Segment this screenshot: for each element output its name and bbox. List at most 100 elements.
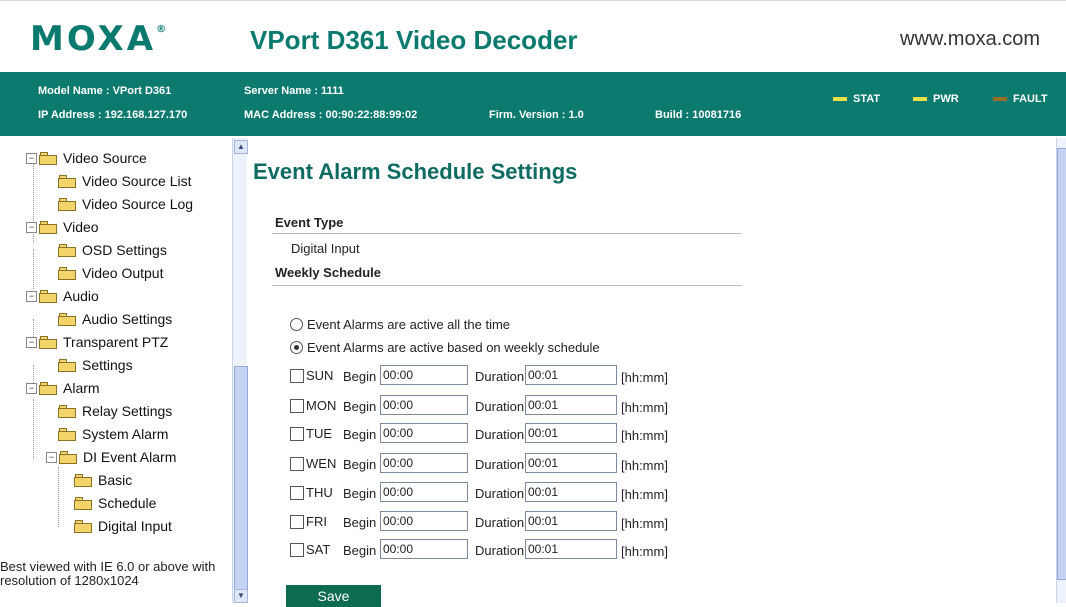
begin-time-input[interactable] [380,365,468,385]
duration-label: Duration [475,399,525,414]
mac-address: MAC Address : 00:90:22:88:99:02 [244,109,418,121]
pwr-indicator: PWR [913,93,959,105]
collapse-icon[interactable]: − [26,382,37,394]
day-checkbox[interactable] [290,486,304,500]
begin-label: Begin [343,543,377,558]
sidebar-item-label: Video Output [82,265,164,281]
radio-label: Event Alarms are active based on weekly … [307,340,600,355]
sidebar-item-audio-settings[interactable]: Audio Settings [58,308,172,330]
pwr-led-icon [913,97,927,102]
device-info-bar: Model Name : VPort D361 Server Name : 11… [0,72,1066,136]
stat-indicator: STAT [833,93,880,105]
site-url: www.moxa.com [900,28,1041,50]
duration-input[interactable] [525,423,617,443]
duration-input[interactable] [525,365,617,385]
divider [272,233,742,234]
logo-text: MOXA [30,19,157,59]
folder-icon [74,496,92,510]
scroll-up-icon[interactable]: ▲ [234,140,248,154]
folder-icon [58,266,76,280]
begin-time-input[interactable] [380,482,468,502]
folder-icon [58,243,76,257]
duration-input[interactable] [525,453,617,473]
sidebar-item-label: Video Source [63,150,147,166]
unit-label: [hh:mm] [621,400,668,415]
sidebar-item-label: DI Event Alarm [83,449,177,465]
save-button[interactable]: Save [286,585,381,607]
collapse-icon[interactable]: − [26,336,37,348]
product-title: VPort D361 Video Decoder [250,25,578,55]
pwr-label: PWR [933,93,959,105]
unit-label: [hh:mm] [621,458,668,473]
day-checkbox[interactable] [290,543,304,557]
radio-button-selected[interactable] [290,341,303,354]
sidebar-item-label: Alarm [63,380,100,396]
sidebar-item-digital-input[interactable]: Digital Input [74,515,172,537]
sidebar-item-label: Video [63,219,99,235]
folder-icon [58,174,76,188]
collapse-icon[interactable]: − [26,221,37,233]
collapse-icon[interactable]: − [46,451,57,463]
sidebar-item-label: Audio Settings [82,311,173,327]
duration-label: Duration [475,369,525,384]
sidebar-item-schedule[interactable]: Schedule [74,492,156,514]
scroll-down-icon[interactable]: ▼ [234,589,248,603]
sidebar-item-label: Digital Input [98,518,172,534]
collapse-icon[interactable]: − [26,152,37,164]
begin-label: Begin [343,399,377,414]
sidebar-item-video-source-log[interactable]: Video Source Log [58,193,193,215]
duration-input[interactable] [525,395,617,415]
scrollbar-thumb[interactable] [1057,148,1066,580]
begin-time-input[interactable] [380,395,468,415]
begin-time-input[interactable] [380,511,468,531]
sidebar-item-alarm[interactable]: − Alarm [26,377,100,399]
duration-label: Duration [475,427,525,442]
day-label: THU [306,485,333,500]
day-checkbox[interactable] [290,399,304,413]
sidebar-item-di-event-alarm[interactable]: − DI Event Alarm [46,446,176,468]
event-type-label: Event Type [275,215,344,230]
sidebar-scrollbar[interactable]: ▲ ▼ [232,138,248,603]
day-checkbox[interactable] [290,369,304,383]
day-checkbox[interactable] [290,515,304,529]
sidebar-item-audio[interactable]: − Audio [26,285,99,307]
radio-label: Event Alarms are active all the time [307,317,511,332]
begin-time-input[interactable] [380,453,468,473]
day-label: MON [306,398,337,413]
sidebar-item-video-source-list[interactable]: Video Source List [58,170,191,192]
duration-label: Duration [475,457,525,472]
tree-line [58,467,59,527]
sidebar-tree: − Video Source Video Source List Video S… [0,137,232,603]
radio-weekly-schedule[interactable]: Event Alarms are active based on weekly … [290,340,600,355]
folder-icon [58,404,76,418]
sidebar-item-system-alarm[interactable]: System Alarm [58,423,168,445]
sidebar-item-label: Settings [82,357,133,373]
sidebar-item-video[interactable]: − Video [26,216,99,238]
sidebar-item-osd-settings[interactable]: OSD Settings [58,239,167,261]
radio-always-active[interactable]: Event Alarms are active all the time [290,317,510,332]
folder-icon [74,519,92,533]
sidebar-item-ptz-settings[interactable]: Settings [58,354,133,376]
begin-time-input[interactable] [380,423,468,443]
sidebar-item-label: Video Source List [82,173,192,189]
folder-icon [74,473,92,487]
sidebar-item-relay-settings[interactable]: Relay Settings [58,400,172,422]
scrollbar-thumb[interactable] [234,366,248,596]
radio-button[interactable] [290,318,303,331]
folder-open-icon [39,220,57,234]
folder-open-icon [39,381,57,395]
day-checkbox[interactable] [290,427,304,441]
begin-time-input[interactable] [380,539,468,559]
day-checkbox[interactable] [290,457,304,471]
duration-input[interactable] [525,539,617,559]
folder-open-icon [39,335,57,349]
page-title: Event Alarm Schedule Settings [253,159,578,184]
sidebar-item-transparent-ptz[interactable]: − Transparent PTZ [26,331,168,353]
tree-line [33,399,34,459]
duration-input[interactable] [525,511,617,531]
sidebar-item-video-output[interactable]: Video Output [58,262,163,284]
sidebar-item-basic[interactable]: Basic [74,469,132,491]
collapse-icon[interactable]: − [26,290,37,302]
sidebar-item-video-source[interactable]: − Video Source [26,147,147,169]
duration-input[interactable] [525,482,617,502]
